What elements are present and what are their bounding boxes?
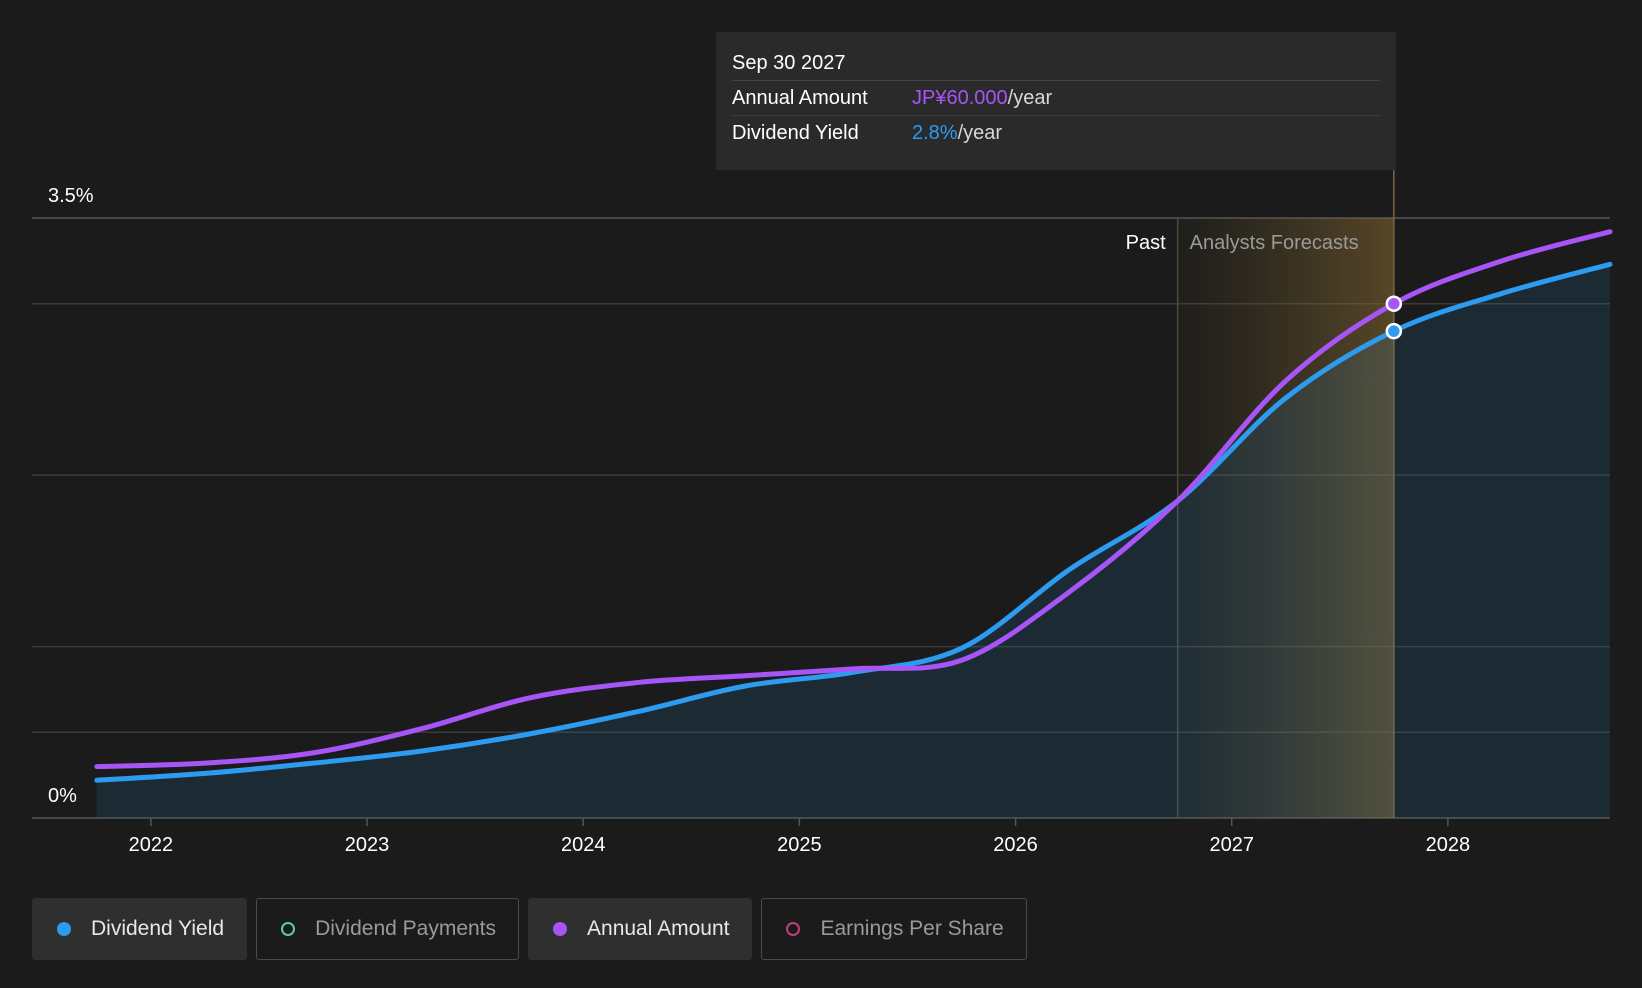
dot-icon <box>57 922 71 936</box>
region-label-past: Past <box>1126 232 1166 254</box>
tooltip-row-dividend-yield: Dividend Yield 2.8% /year <box>732 116 1380 150</box>
legend-label: Dividend Yield <box>91 917 225 940</box>
x-tick-label: 2026 <box>993 834 1038 856</box>
x-tick-label: 2028 <box>1426 834 1471 856</box>
x-tick-label: 2023 <box>345 834 390 856</box>
x-tick-label: 2025 <box>777 834 822 856</box>
legend-label: Dividend Payments <box>315 917 497 940</box>
dot-icon <box>553 922 568 936</box>
marker-annual-amount <box>1385 295 1403 312</box>
tooltip-label: Annual Amount <box>732 87 868 109</box>
legend-label: Earnings Per Share <box>820 917 1004 940</box>
ring-icon <box>281 922 296 936</box>
tooltip-date: Sep 30 2027 <box>732 48 1380 81</box>
tooltip-unit: /year <box>1007 87 1053 109</box>
chart-legend: Dividend Yield Dividend Payments Annual … <box>32 898 1027 960</box>
region-label-forecast: Analysts Forecasts <box>1190 232 1359 254</box>
tooltip-value: JP¥60.000 <box>912 87 1008 109</box>
chart-tooltip: Sep 30 2027 Annual Amount JP¥60.000 /yea… <box>716 32 1396 170</box>
legend-label: Annual Amount <box>587 917 730 940</box>
marker-dividend-yield <box>1385 322 1403 340</box>
area-dividend-yield <box>96 264 1610 818</box>
tooltip-value: 2.8% <box>912 122 958 144</box>
x-tick-label: 2022 <box>129 834 174 856</box>
tooltip-unit: /year <box>957 122 1003 144</box>
ring-icon <box>786 922 801 936</box>
legend-item-earnings-per-share[interactable]: Earnings Per Share <box>761 898 1027 960</box>
legend-item-dividend-payments[interactable]: Dividend Payments <box>256 898 520 960</box>
y-tick-label: 3.5% <box>48 185 94 207</box>
legend-item-annual-amount[interactable]: Annual Amount <box>528 898 753 960</box>
tooltip-row-annual-amount: Annual Amount JP¥60.000 /year <box>732 81 1380 116</box>
tooltip-label: Dividend Yield <box>732 122 859 144</box>
y-tick-label: 0% <box>48 785 77 807</box>
legend-item-dividend-yield[interactable]: Dividend Yield <box>32 898 248 960</box>
x-tick-label: 2024 <box>561 834 606 856</box>
x-tick-label: 2027 <box>1209 834 1254 856</box>
